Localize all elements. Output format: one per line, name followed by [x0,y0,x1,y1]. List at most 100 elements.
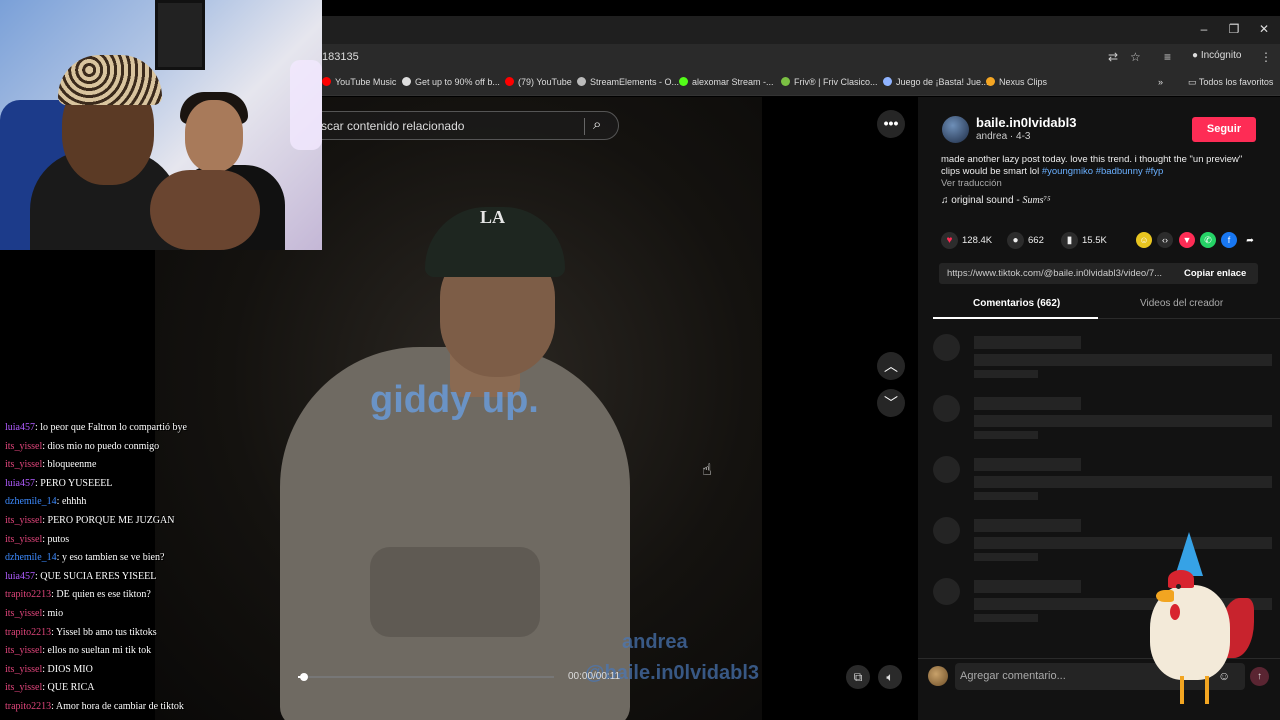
chat-username[interactable]: its_yissel [5,608,42,619]
bookmark-item[interactable]: alexomar Stream -... [679,77,774,87]
music-note-icon: ♫ [941,195,952,206]
sound-link[interactable]: ♫ original sound - Sums⁷⁵ [941,195,1051,206]
incognito-icon: ● [1192,50,1201,61]
chat-username[interactable]: luia457 [5,571,35,582]
translate-link[interactable]: Ver traducción [941,178,1002,189]
window-titlebar [322,16,1280,44]
chat-username[interactable]: its_yissel [5,664,42,675]
coin-share-icon[interactable]: ☺ [1136,232,1152,248]
comment-skeleton [933,334,1273,384]
post-link-url[interactable]: https://www.tiktok.com/@baile.in0lvidabl… [947,268,1175,279]
search-icon[interactable]: ⌕ [593,116,601,133]
bookmark-star-icon[interactable]: ☆ [1130,50,1141,64]
save-button[interactable]: ▮ 15.5K [1061,232,1107,249]
chat-username[interactable]: dzhemile_14 [5,496,57,507]
active-tab-indicator [933,317,1098,319]
rooster-eye [1176,584,1181,589]
more-options-button[interactable]: ••• [877,110,905,138]
bookmark-item[interactable]: YouTube Music [322,77,396,87]
chat-username[interactable]: trapito2213 [5,589,51,600]
skeleton-line [974,614,1038,622]
bookmark-item[interactable]: StreamElements - O... [577,77,679,87]
skeleton-avatar [933,334,960,361]
tab-creator-videos[interactable]: Videos del creador [1140,298,1223,309]
whatsapp-icon[interactable]: ✆ [1200,232,1216,248]
chat-message: its_yissel: mio [5,608,63,619]
translate-icon[interactable]: ⇄ [1108,50,1118,64]
skeleton-line [974,431,1038,439]
webcam-person-2-head [185,100,243,172]
emoji-icon[interactable]: ☺ [1218,669,1230,683]
bookmark-item[interactable]: Friv® | Friv Clasico... [781,77,877,87]
chat-message: trapito2213: DE quien es ese tikton? [5,589,151,600]
next-video-button[interactable]: ﹀ [877,389,905,417]
hashtags[interactable]: #youngmiko #badbunny #fyp [1042,166,1163,177]
skeleton-line [974,415,1272,427]
comment-skeleton [933,395,1273,445]
chevron-up-icon: ︿ [884,358,898,374]
chat-text: y eso tambien se ve bien? [61,552,165,564]
incognito-indicator[interactable]: ● Incógnito [1192,50,1241,61]
chat-username[interactable]: its_yissel [5,441,42,452]
picture-in-picture-button[interactable]: ⧉ [846,665,870,689]
bookmark-item[interactable]: Nexus Clips [986,77,1047,87]
chat-username[interactable]: luia457 [5,422,35,433]
close-icon[interactable]: ✕ [1256,22,1272,36]
skeleton-line [974,397,1081,410]
comment-icon: ● [1007,232,1024,249]
address-bar[interactable]: 183135 [322,51,359,63]
skeleton-line [974,458,1081,471]
comment-button[interactable]: ● 662 [1007,232,1044,249]
arrow-up-icon: ↑ [1257,671,1262,682]
tab-comments[interactable]: Comentarios (662) [973,298,1060,309]
comment-placeholder: Agregar comentario... [960,670,1066,682]
browser-menu-icon[interactable]: ⋮ [1260,50,1272,64]
bookmark-item[interactable]: (79) YouTube [505,77,572,87]
bookmark-item[interactable]: Get up to 90% off b... [402,77,500,87]
bookmark-icon: ▮ [1061,232,1078,249]
post-link-box: https://www.tiktok.com/@baile.in0lvidabl… [939,263,1258,284]
skeleton-line [974,492,1038,500]
restore-icon[interactable]: ❐ [1226,22,1242,36]
chat-username[interactable]: its_yissel [5,459,42,470]
chat-username[interactable]: its_yissel [5,515,42,526]
copy-link-button[interactable]: Copiar enlace [1184,268,1246,279]
all-bookmarks-folder[interactable]: ▭ Todos los favoritos [1188,77,1273,88]
volume-button[interactable]: 🔈︎ [878,665,902,689]
embed-icon[interactable]: ‹› [1157,232,1173,248]
follow-button[interactable]: Seguir [1192,117,1256,142]
media-control-icon[interactable]: ≡ [1164,50,1171,64]
share-arrow-icon[interactable]: ➦ [1242,232,1258,248]
send-comment-button[interactable]: ↑ [1250,667,1269,686]
like-button[interactable]: ♥ 128.4K [941,232,992,249]
ring-light [290,60,322,150]
bookmark-item[interactable]: Juego de ¡Basta! Jue... [883,77,989,87]
chat-username[interactable]: its_yissel [5,682,42,693]
more-bookmarks-icon[interactable]: » [1158,77,1163,87]
chat-username[interactable]: its_yissel [5,645,42,656]
chat-username[interactable]: trapito2213 [5,627,51,638]
post-description: made another lazy post today. love this … [941,154,1243,177]
chat-text: bloqueenme [47,459,97,471]
chat-username[interactable]: trapito2213 [5,701,51,712]
facebook-icon[interactable]: f [1221,232,1237,248]
chat-username[interactable]: luia457 [5,478,35,489]
chat-username[interactable]: its_yissel [5,534,42,545]
related-search-input[interactable]: scar contenido relacionado ⌕ [300,111,619,140]
comment-skeleton [933,456,1273,506]
folder-icon: ▭ [1188,77,1199,87]
leopard-hat [58,55,162,105]
chat-username[interactable]: dzhemile_14 [5,552,57,563]
previous-video-button[interactable]: ︿ [877,352,905,380]
send-to-friends-icon[interactable]: ▼ [1179,232,1195,248]
creator-avatar[interactable] [942,116,969,143]
skeleton-avatar [933,578,960,605]
minimize-icon[interactable]: – [1196,22,1212,36]
video-progress-bar[interactable] [298,673,554,681]
webcam-person-arm [150,170,260,250]
chat-message: its_yissel: ellos no sueltan mi tik tok [5,645,151,656]
my-avatar [928,666,948,686]
creator-username[interactable]: baile.in0lvidabl3 [976,115,1076,130]
watermark-name: andrea [622,631,688,653]
speaker-icon: 🔈︎ [886,670,894,684]
